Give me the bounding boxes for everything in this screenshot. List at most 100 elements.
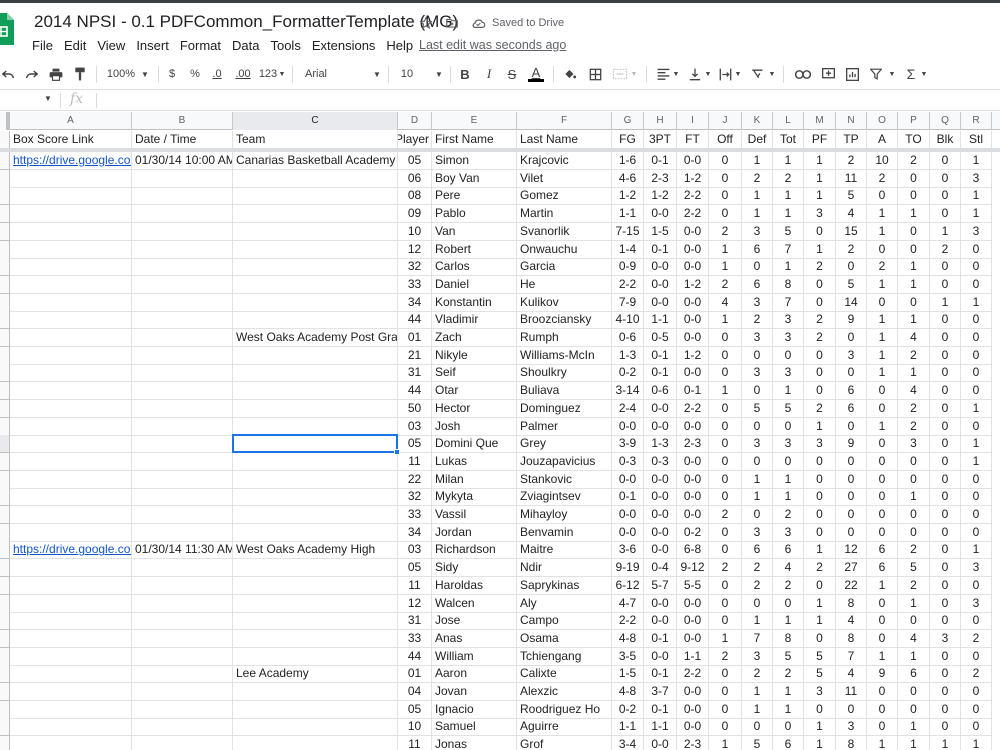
- cell-h[interactable]: 0-0: [644, 736, 677, 750]
- cell-m[interactable]: 0: [804, 346, 836, 365]
- cell-f[interactable]: Stankovic: [517, 470, 612, 489]
- cell-k[interactable]: 6: [742, 275, 773, 294]
- cell-c[interactable]: [233, 417, 398, 436]
- cell-e[interactable]: Haroldas: [432, 576, 517, 595]
- cell-o[interactable]: 0: [867, 435, 898, 454]
- cell-k[interactable]: 6: [742, 541, 773, 560]
- cell-e[interactable]: Pere: [432, 187, 517, 206]
- cell-p[interactable]: 2: [898, 346, 930, 365]
- cell-j[interactable]: 1: [709, 311, 742, 330]
- cell-l[interactable]: 1: [773, 382, 804, 401]
- cell-j[interactable]: 0: [709, 541, 742, 560]
- filter-icon[interactable]: [869, 60, 883, 88]
- cell-b[interactable]: [132, 258, 233, 277]
- cell-c[interactable]: Lee Academy: [233, 665, 398, 684]
- fill-color-icon[interactable]: [562, 60, 578, 88]
- cell-o[interactable]: 10: [867, 152, 898, 170]
- cell-b[interactable]: [132, 205, 233, 224]
- cell-m[interactable]: 5: [804, 647, 836, 666]
- cell-q[interactable]: 1: [930, 222, 961, 241]
- cell-m[interactable]: 0: [804, 576, 836, 595]
- cell-h[interactable]: 0-1: [644, 665, 677, 684]
- cell-f[interactable]: Maitre: [517, 541, 612, 560]
- chevron-down-icon[interactable]: ▼: [734, 60, 742, 88]
- cell-d[interactable]: 04: [398, 683, 432, 701]
- cell-n[interactable]: 0: [836, 417, 867, 436]
- cell-d[interactable]: 08: [398, 187, 432, 206]
- cell-a[interactable]: [10, 683, 132, 701]
- cell-k[interactable]: 2: [742, 665, 773, 684]
- cell-l[interactable]: 7: [773, 240, 804, 259]
- cell-a[interactable]: [10, 718, 132, 737]
- cell-m[interactable]: 3: [804, 205, 836, 224]
- cell-q[interactable]: 0: [930, 435, 961, 454]
- cell-m[interactable]: 2: [804, 329, 836, 347]
- row-header[interactable]: [0, 187, 10, 206]
- cell-p[interactable]: 1: [898, 718, 930, 737]
- cell-i[interactable]: 0-0: [677, 612, 709, 631]
- header-cell-j[interactable]: Off: [709, 131, 742, 149]
- cell-k[interactable]: 1: [742, 187, 773, 206]
- cell-p[interactable]: 0: [898, 506, 930, 524]
- cell-l[interactable]: 8: [773, 275, 804, 294]
- row-header[interactable]: [0, 736, 10, 750]
- cell-a[interactable]: [10, 346, 132, 365]
- cell-j[interactable]: 0: [709, 346, 742, 365]
- cell-a[interactable]: [10, 222, 132, 241]
- cell-i[interactable]: 5-5: [677, 576, 709, 595]
- cell-j[interactable]: 0: [709, 612, 742, 631]
- cell-q[interactable]: 1: [930, 293, 961, 312]
- cell-i[interactable]: 0-0: [677, 700, 709, 719]
- column-header-f[interactable]: F: [517, 112, 612, 130]
- cell-r[interactable]: 0: [961, 417, 992, 436]
- column-header-a[interactable]: A: [10, 112, 132, 130]
- cell-r[interactable]: 1: [961, 205, 992, 224]
- italic-button[interactable]: I: [482, 60, 496, 88]
- cell-c[interactable]: West Oaks Academy Post Grad: [233, 329, 398, 347]
- column-header-m[interactable]: M: [804, 112, 836, 130]
- cell-h[interactable]: 0-0: [644, 488, 677, 507]
- cell-b[interactable]: [132, 311, 233, 330]
- cell-p[interactable]: 2: [898, 399, 930, 418]
- cell-f[interactable]: Ndir: [517, 559, 612, 578]
- cell-r[interactable]: 0: [961, 275, 992, 294]
- cell-d[interactable]: 33: [398, 629, 432, 648]
- cell-i[interactable]: 1-2: [677, 169, 709, 188]
- cell-n[interactable]: 8: [836, 594, 867, 613]
- cell-m[interactable]: 5: [804, 665, 836, 684]
- cell-e[interactable]: Daniel: [432, 275, 517, 294]
- row-header[interactable]: [0, 452, 10, 471]
- cell-m[interactable]: 0: [804, 629, 836, 648]
- cell-q[interactable]: 0: [930, 205, 961, 224]
- column-header-k[interactable]: K: [742, 112, 773, 130]
- cell-f[interactable]: Garcia: [517, 258, 612, 277]
- cell-g[interactable]: 3-4: [612, 736, 644, 750]
- cell-i[interactable]: 0-2: [677, 523, 709, 542]
- redo-icon[interactable]: [24, 60, 40, 88]
- cell-l[interactable]: 3: [773, 435, 804, 454]
- cell-k[interactable]: 1: [742, 683, 773, 701]
- row-header[interactable]: [0, 293, 10, 312]
- cell-a[interactable]: [10, 311, 132, 330]
- cell-j[interactable]: 0: [709, 364, 742, 383]
- cell-d[interactable]: 05: [398, 559, 432, 578]
- cell-l[interactable]: 1: [773, 152, 804, 170]
- cell-n[interactable]: 9: [836, 435, 867, 454]
- cell-j[interactable]: 2: [709, 559, 742, 578]
- cell-b[interactable]: 01/30/14 10:00 AM: [132, 152, 233, 170]
- cell-i[interactable]: 0-0: [677, 311, 709, 330]
- cell-k[interactable]: 0: [742, 594, 773, 613]
- cell-j[interactable]: 0: [709, 169, 742, 188]
- cell-d[interactable]: 11: [398, 576, 432, 595]
- cell-g[interactable]: 2-2: [612, 612, 644, 631]
- cell-q[interactable]: 0: [930, 576, 961, 595]
- column-header-i[interactable]: I: [677, 112, 709, 130]
- cell-o[interactable]: 1: [867, 275, 898, 294]
- cell-j[interactable]: 0: [709, 417, 742, 436]
- cell-g[interactable]: 0-6: [612, 329, 644, 347]
- cell-c[interactable]: [233, 576, 398, 595]
- cell-o[interactable]: 9: [867, 665, 898, 684]
- cell-h[interactable]: 1-1: [644, 718, 677, 737]
- cell-p[interactable]: 1: [898, 647, 930, 666]
- cell-e[interactable]: Josh: [432, 417, 517, 436]
